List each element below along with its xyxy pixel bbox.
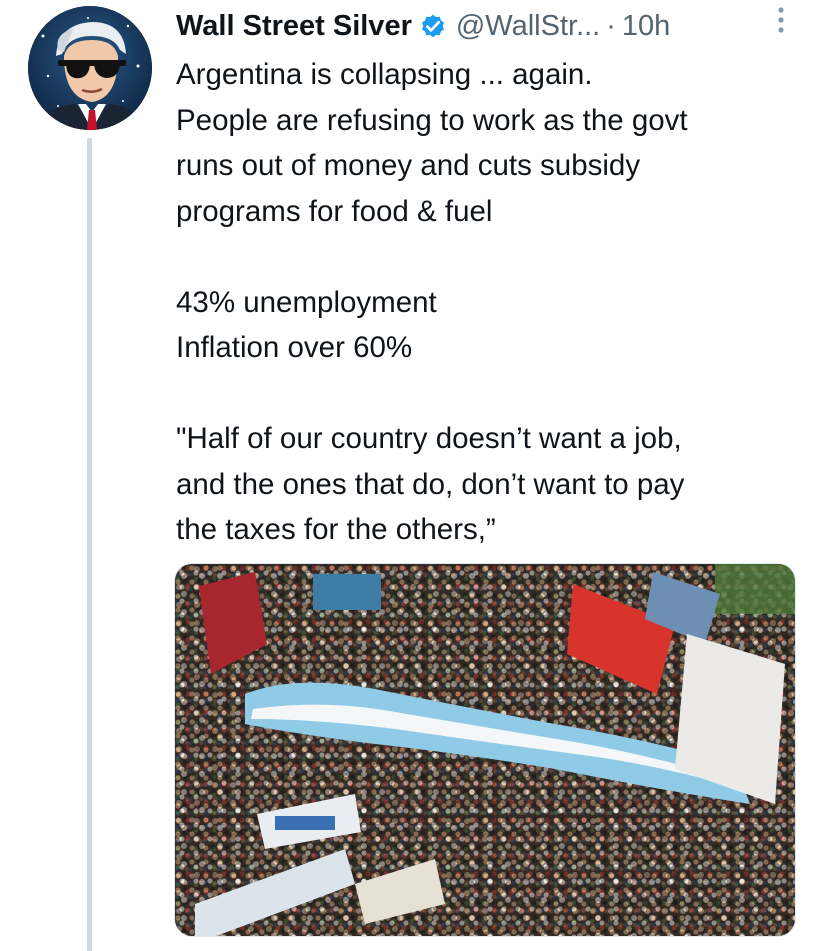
tweet-header: Wall Street Silver @WallStr... · 10h bbox=[176, 4, 806, 48]
tweet-media-photo[interactable] bbox=[174, 563, 796, 937]
avatar[interactable] bbox=[28, 6, 152, 130]
tweet-text: Argentina is collapsing ... again. Peopl… bbox=[176, 58, 688, 546]
author-name[interactable]: Wall Street Silver bbox=[176, 10, 412, 43]
more-options-icon[interactable] bbox=[776, 4, 786, 38]
thread-line bbox=[87, 138, 92, 951]
author-handle[interactable]: @WallStr... bbox=[456, 10, 600, 43]
verified-badge-icon bbox=[418, 11, 448, 41]
separator-dot: · bbox=[606, 9, 616, 42]
timestamp[interactable]: 10h bbox=[622, 10, 670, 43]
avatar-column bbox=[28, 6, 152, 951]
